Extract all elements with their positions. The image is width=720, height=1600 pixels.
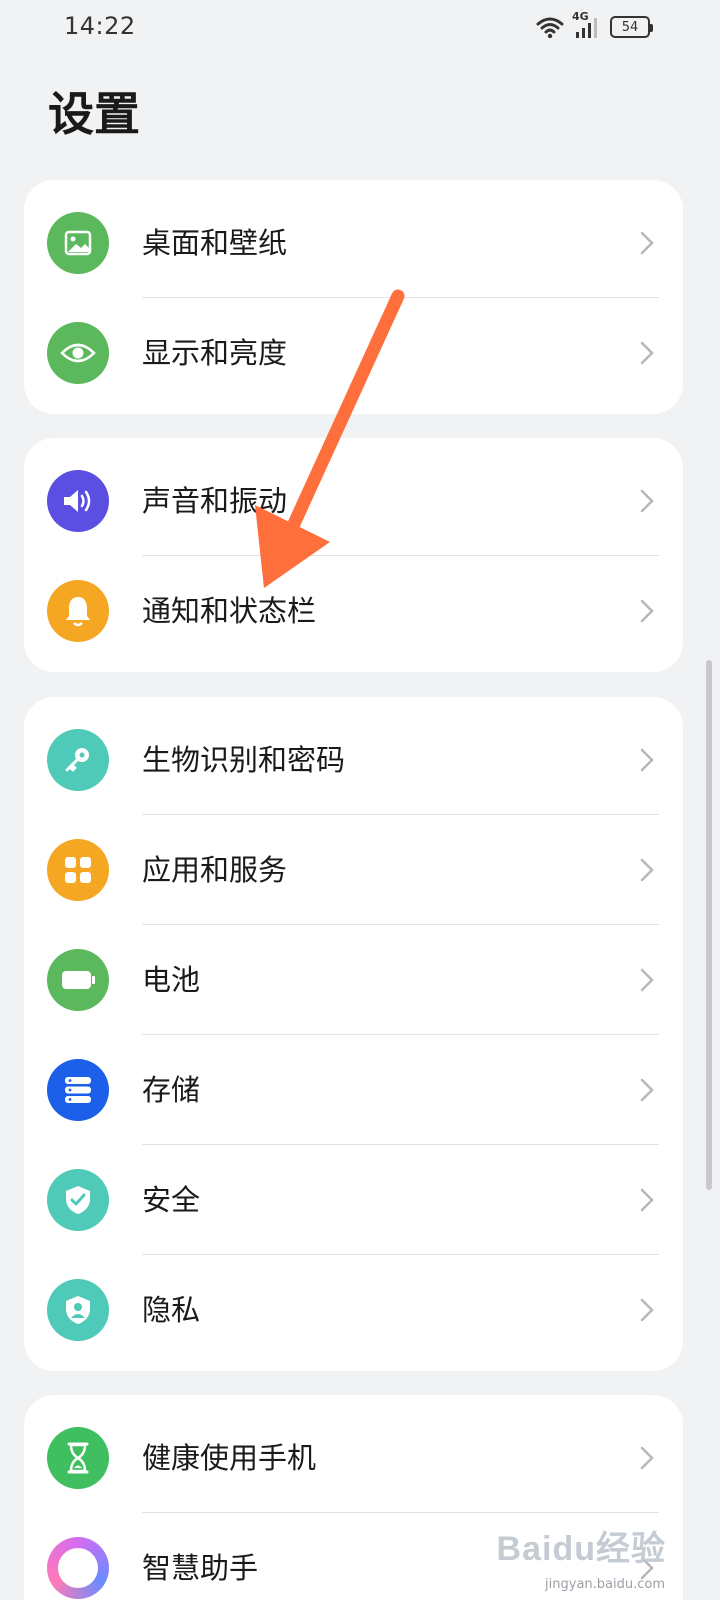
speaker-icon <box>47 470 109 532</box>
settings-item-display-brightness[interactable]: 显示和亮度 <box>24 298 683 408</box>
settings-item-biometrics-password[interactable]: 生物识别和密码 <box>24 705 683 815</box>
chevron-right-icon <box>640 599 654 623</box>
settings-item-label: 桌面和壁纸 <box>142 226 288 260</box>
settings-item-notifications-statusbar[interactable]: 通知和状态栏 <box>24 556 683 666</box>
shield-check-icon <box>47 1169 109 1231</box>
settings-item-label: 显示和亮度 <box>142 336 288 370</box>
apps-grid-icon <box>47 839 109 901</box>
battery-indicator: 54 <box>610 16 653 38</box>
settings-item-label: 健康使用手机 <box>142 1441 317 1475</box>
chevron-right-icon <box>640 1298 654 1322</box>
settings-group-sound-notify: 声音和振动 通知和状态栏 <box>24 438 683 672</box>
chevron-right-icon <box>640 968 654 992</box>
chevron-right-icon <box>640 748 654 772</box>
settings-item-sound-vibration[interactable]: 声音和振动 <box>24 446 683 556</box>
chevron-right-icon <box>640 858 654 882</box>
chevron-right-icon <box>640 1446 654 1470</box>
watermark-brand: Baidu经验 <box>496 1530 666 1568</box>
settings-item-label: 应用和服务 <box>142 853 288 887</box>
page-title: 设置 <box>48 87 140 141</box>
privacy-shield-icon <box>47 1279 109 1341</box>
chevron-right-icon <box>640 341 654 365</box>
settings-item-label: 存储 <box>142 1073 201 1107</box>
settings-item-label: 通知和状态栏 <box>142 594 317 628</box>
chevron-right-icon <box>640 1188 654 1212</box>
key-icon <box>47 729 109 791</box>
battery-level: 54 <box>621 19 639 35</box>
settings-item-label: 安全 <box>142 1183 201 1217</box>
settings-item-apps-services[interactable]: 应用和服务 <box>24 815 683 925</box>
status-bar: 14:22 4G 54 <box>0 0 720 56</box>
battery-icon <box>47 949 109 1011</box>
settings-group-system: 生物识别和密码 应用和服务 电池 存储 安全 隐私 <box>24 697 683 1371</box>
settings-item-label: 隐私 <box>142 1293 201 1327</box>
assistant-icon <box>47 1537 109 1599</box>
settings-group-display: 桌面和壁纸 显示和亮度 <box>24 180 683 414</box>
wallpaper-icon <box>47 212 109 274</box>
cellular-signal: 4G <box>572 10 602 40</box>
hourglass-icon <box>47 1427 109 1489</box>
settings-item-label: 声音和振动 <box>142 484 288 518</box>
settings-item-privacy[interactable]: 隐私 <box>24 1255 683 1365</box>
chevron-right-icon <box>640 489 654 513</box>
status-icons: 4G 54 <box>536 10 653 42</box>
settings-item-digital-balance[interactable]: 健康使用手机 <box>24 1403 683 1513</box>
storage-icon <box>47 1059 109 1121</box>
settings-item-battery[interactable]: 电池 <box>24 925 683 1035</box>
status-time: 14:22 <box>64 12 136 40</box>
eye-icon <box>47 322 109 384</box>
wifi-icon <box>536 17 564 39</box>
watermark-url: jingyan.baidu.com <box>545 1577 665 1592</box>
chevron-right-icon <box>640 231 654 255</box>
settings-item-label: 智慧助手 <box>142 1551 259 1585</box>
settings-item-label: 生物识别和密码 <box>142 743 346 777</box>
settings-item-label: 电池 <box>142 963 201 997</box>
scrollbar[interactable] <box>706 660 712 1190</box>
settings-item-wallpaper[interactable]: 桌面和壁纸 <box>24 188 683 298</box>
chevron-right-icon <box>640 1078 654 1102</box>
signal-icon <box>576 18 597 38</box>
settings-item-storage[interactable]: 存储 <box>24 1035 683 1145</box>
bell-icon <box>47 580 109 642</box>
settings-item-security[interactable]: 安全 <box>24 1145 683 1255</box>
